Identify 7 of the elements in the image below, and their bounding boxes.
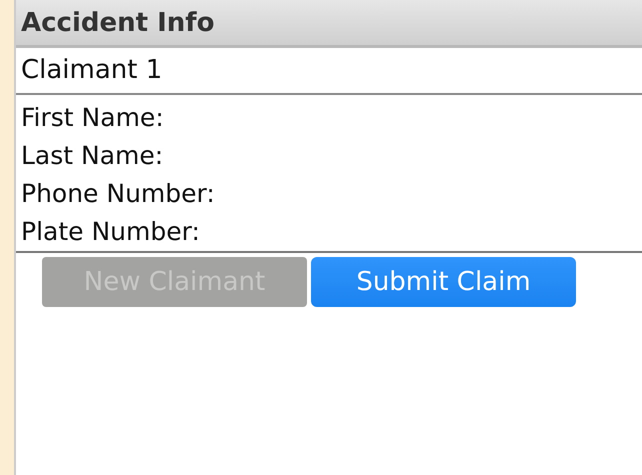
field-label: Phone Number: <box>21 178 216 210</box>
field-label: Last Name: <box>21 140 164 172</box>
submit-button[interactable]: Submit Claim <box>311 257 576 307</box>
field-label: First Name: <box>21 102 165 134</box>
header-title: Accident Info <box>21 8 214 38</box>
field-label: Plate Number: <box>21 216 201 248</box>
section-title: Claimant 1 <box>16 48 642 95</box>
